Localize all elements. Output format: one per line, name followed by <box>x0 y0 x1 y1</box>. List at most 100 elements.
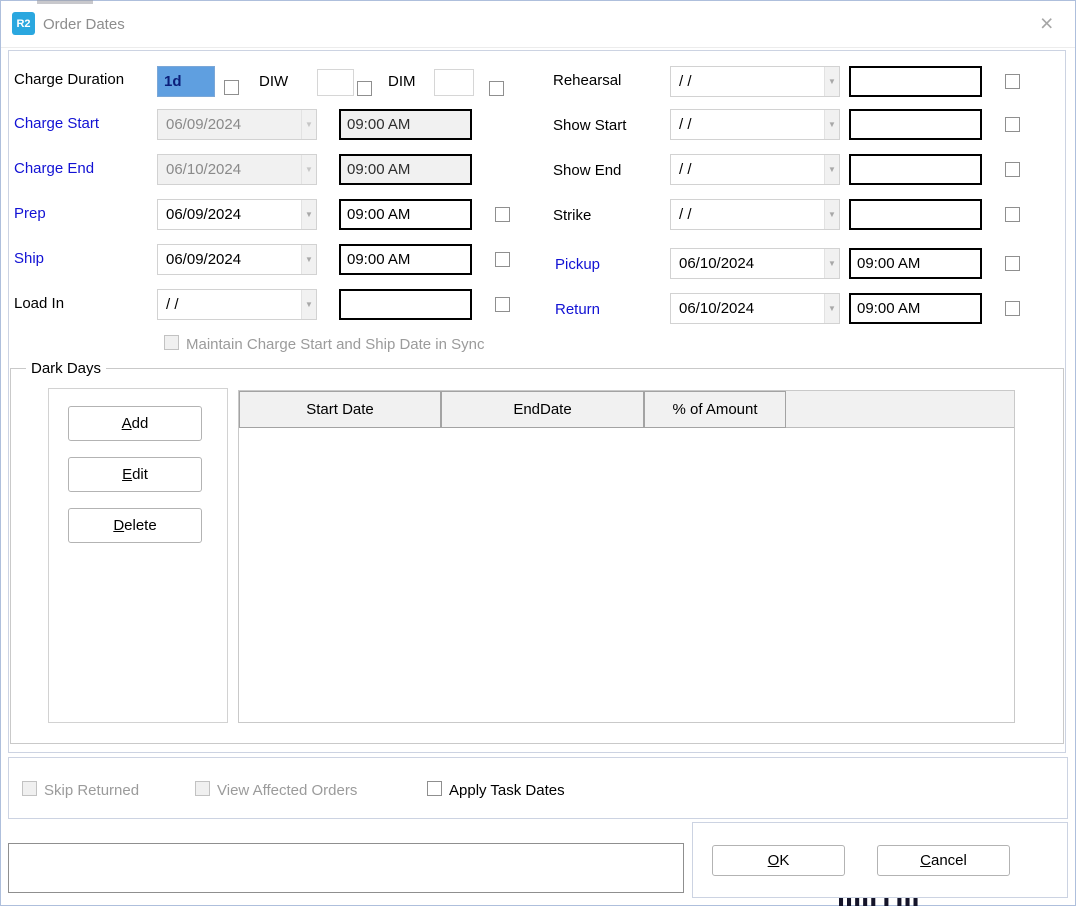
view-affected-orders-checkbox[interactable] <box>195 781 210 796</box>
add-button-label: Add <box>122 415 149 432</box>
clipped-window-bottom-artifact: ▮▮▮▮▮ ▮ ▮▮▮ <box>838 898 1008 906</box>
diw-label: DIW <box>259 73 288 90</box>
cancel-button-label: Cancel <box>920 852 967 869</box>
add-button[interactable]: Add <box>68 406 202 441</box>
skip-returned-label: Skip Returned <box>44 782 139 799</box>
charge-end-date-dropdown-icon[interactable]: ▼ <box>301 155 316 184</box>
charge-duration-value: 1d <box>158 67 214 96</box>
pickup-checkbox[interactable] <box>1005 256 1020 271</box>
show-end-checkbox[interactable] <box>1005 162 1020 177</box>
dim-checkbox[interactable] <box>489 81 504 96</box>
skip-returned-checkbox[interactable] <box>22 781 37 796</box>
apply-task-dates-checkbox[interactable] <box>427 781 442 796</box>
edit-button-label: Edit <box>122 466 148 483</box>
prep-date-dropdown-icon[interactable]: ▼ <box>301 200 316 229</box>
return-checkbox[interactable] <box>1005 301 1020 316</box>
charge-duration-checkbox[interactable] <box>224 80 239 95</box>
show-start-label: Show Start <box>553 117 626 134</box>
prep-checkbox[interactable] <box>495 207 510 222</box>
show-end-date-value: / / <box>671 155 824 184</box>
ship-date-value: 06/09/2024 <box>158 245 301 274</box>
delete-button-label: Delete <box>113 517 156 534</box>
show-end-date-dropdown-icon[interactable]: ▼ <box>824 155 839 184</box>
load-in-date[interactable]: / / ▼ <box>157 289 317 320</box>
ship-time[interactable]: 09:00 AM <box>339 244 472 275</box>
pickup-date-value: 06/10/2024 <box>671 249 824 278</box>
edit-button[interactable]: Edit <box>68 457 202 492</box>
window-title: Order Dates <box>43 16 125 33</box>
ok-button[interactable]: OK <box>712 845 845 876</box>
show-end-date[interactable]: / / ▼ <box>670 154 840 185</box>
show-start-time[interactable] <box>849 109 982 140</box>
show-end-label: Show End <box>553 162 621 179</box>
charge-start-label: Charge Start <box>14 115 99 132</box>
load-in-time[interactable] <box>339 289 472 320</box>
strike-time[interactable] <box>849 199 982 230</box>
load-in-date-value: / / <box>158 290 301 319</box>
return-date-dropdown-icon[interactable]: ▼ <box>824 294 839 323</box>
ship-checkbox[interactable] <box>495 252 510 267</box>
rehearsal-date-dropdown-icon[interactable]: ▼ <box>824 67 839 96</box>
diw-checkbox[interactable] <box>357 81 372 96</box>
sync-checkbox[interactable] <box>164 335 179 350</box>
rehearsal-date[interactable]: / / ▼ <box>670 66 840 97</box>
prep-date[interactable]: 06/09/2024 ▼ <box>157 199 317 230</box>
close-icon[interactable]: × <box>1040 10 1053 37</box>
show-start-date-dropdown-icon[interactable]: ▼ <box>824 110 839 139</box>
show-start-checkbox[interactable] <box>1005 117 1020 132</box>
charge-start-date-dropdown-icon[interactable]: ▼ <box>301 110 316 139</box>
pickup-date[interactable]: 06/10/2024 ▼ <box>670 248 840 279</box>
strike-date-value: / / <box>671 200 824 229</box>
show-start-date-value: / / <box>671 110 824 139</box>
prep-date-value: 06/09/2024 <box>158 200 301 229</box>
strike-date[interactable]: / / ▼ <box>670 199 840 230</box>
charge-duration-label: Charge Duration <box>14 71 124 88</box>
column-header-pct-of-amount[interactable]: % of Amount <box>644 391 786 428</box>
show-start-date[interactable]: / / ▼ <box>670 109 840 140</box>
ship-date-dropdown-icon[interactable]: ▼ <box>301 245 316 274</box>
app-logo: R2 <box>12 12 35 35</box>
return-date-value: 06/10/2024 <box>671 294 824 323</box>
load-in-date-dropdown-icon[interactable]: ▼ <box>301 290 316 319</box>
charge-end-date[interactable]: 06/10/2024 ▼ <box>157 154 317 185</box>
cancel-button[interactable]: Cancel <box>877 845 1010 876</box>
load-in-checkbox[interactable] <box>495 297 510 312</box>
charge-start-date-value: 06/09/2024 <box>158 110 301 139</box>
ship-label: Ship <box>14 250 44 267</box>
pickup-time[interactable]: 09:00 AM <box>849 248 982 279</box>
clipped-window-top-artifact <box>37 0 93 4</box>
column-header-filler <box>786 391 1014 428</box>
dark-days-legend: Dark Days <box>26 360 106 377</box>
rehearsal-label: Rehearsal <box>553 72 621 89</box>
apply-task-dates-label: Apply Task Dates <box>449 782 565 799</box>
titlebar-divider <box>1 47 1075 48</box>
strike-checkbox[interactable] <box>1005 207 1020 222</box>
charge-start-date[interactable]: 06/09/2024 ▼ <box>157 109 317 140</box>
ship-date[interactable]: 06/09/2024 ▼ <box>157 244 317 275</box>
return-label: Return <box>555 301 600 318</box>
note-box[interactable] <box>8 843 684 893</box>
sync-label: Maintain Charge Start and Ship Date in S… <box>186 336 485 353</box>
strike-date-dropdown-icon[interactable]: ▼ <box>824 200 839 229</box>
column-header-start-date[interactable]: Start Date <box>239 391 441 428</box>
return-time[interactable]: 09:00 AM <box>849 293 982 324</box>
ok-button-label: OK <box>768 852 790 869</box>
dark-days-table: Start Date EndDate % of Amount <box>238 390 1015 723</box>
view-affected-orders-label: View Affected Orders <box>217 782 357 799</box>
show-end-time[interactable] <box>849 154 982 185</box>
charge-duration-input[interactable]: 1d <box>157 66 215 97</box>
rehearsal-time[interactable] <box>849 66 982 97</box>
delete-button[interactable]: Delete <box>68 508 202 543</box>
charge-start-time[interactable]: 09:00 AM <box>339 109 472 140</box>
pickup-date-dropdown-icon[interactable]: ▼ <box>824 249 839 278</box>
rehearsal-date-value: / / <box>671 67 824 96</box>
load-in-label: Load In <box>14 295 64 312</box>
pickup-label: Pickup <box>555 256 600 273</box>
charge-end-time[interactable]: 09:00 AM <box>339 154 472 185</box>
column-header-end-date[interactable]: EndDate <box>441 391 644 428</box>
prep-time[interactable]: 09:00 AM <box>339 199 472 230</box>
rehearsal-checkbox[interactable] <box>1005 74 1020 89</box>
dim-input[interactable] <box>434 69 474 96</box>
return-date[interactable]: 06/10/2024 ▼ <box>670 293 840 324</box>
diw-input[interactable] <box>317 69 354 96</box>
